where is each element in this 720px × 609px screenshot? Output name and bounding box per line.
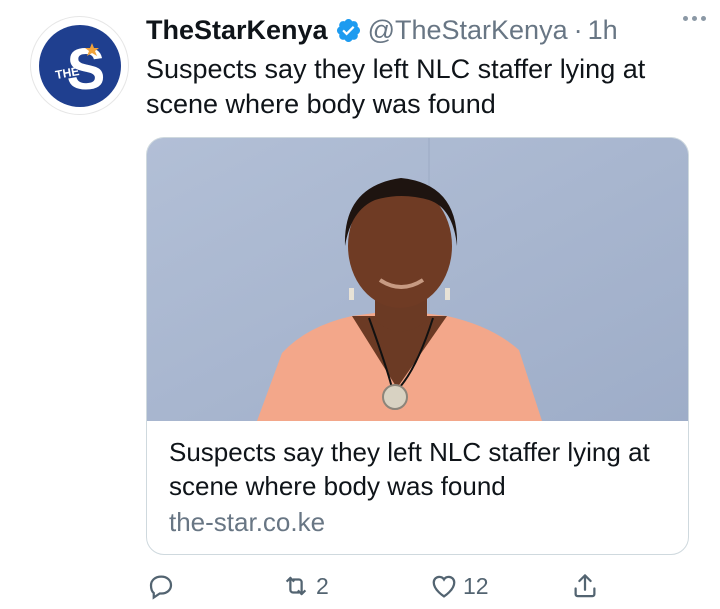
share-button[interactable] (570, 571, 600, 601)
like-button[interactable]: 12 (429, 571, 489, 601)
card-domain: the-star.co.ke (169, 507, 326, 537)
card-body: Suspects say they left NLC staffer lying… (147, 421, 688, 539)
display-name[interactable]: TheStarKenya (146, 15, 328, 46)
portrait-photo (147, 138, 688, 421)
tweet-timestamp[interactable]: 1h (588, 15, 618, 46)
reply-icon (149, 575, 173, 600)
retweet-count: 2 (316, 572, 329, 599)
star-logo-icon: S THE (54, 37, 105, 102)
tweet-actions: 2 12 (146, 566, 706, 606)
separator-dot: · (573, 14, 583, 45)
retweet-icon (285, 576, 307, 596)
more-options-icon[interactable] (683, 16, 706, 21)
share-icon (574, 574, 596, 598)
card-title: Suspects say they left NLC staffer lying… (169, 437, 650, 501)
verified-badge-icon (335, 17, 362, 44)
link-card[interactable]: Suspects say they left NLC staffer lying… (146, 137, 689, 555)
like-count: 12 (463, 572, 489, 599)
account-avatar[interactable]: S THE (31, 17, 128, 114)
avatar-logo: S THE (38, 24, 121, 107)
card-image (147, 138, 688, 421)
account-handle[interactable]: @TheStarKenya (368, 15, 568, 46)
tweet-header: TheStarKenya @TheStarKenya · 1h (146, 10, 706, 50)
reply-button[interactable] (146, 571, 180, 601)
like-icon (432, 575, 456, 598)
tweet-text: Suspects say they left NLC staffer lying… (146, 54, 646, 119)
retweet-button[interactable]: 2 (280, 571, 329, 601)
